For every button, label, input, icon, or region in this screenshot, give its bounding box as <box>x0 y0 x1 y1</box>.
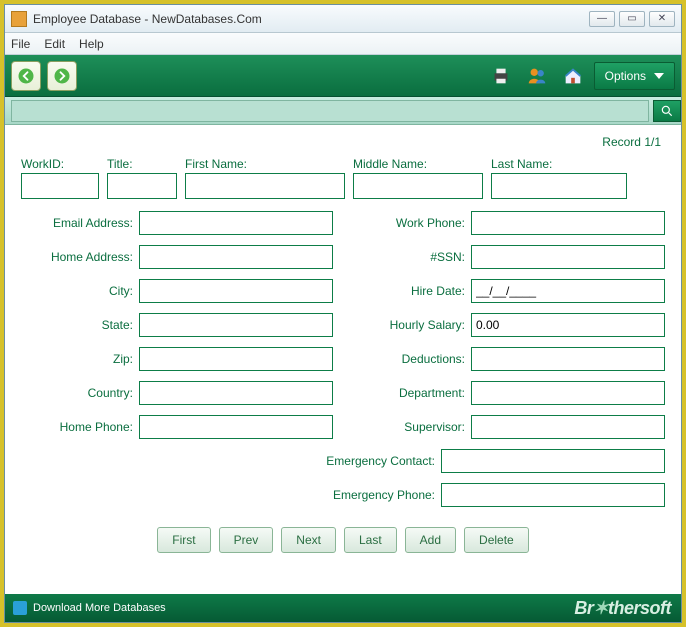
deductions-input[interactable] <box>471 347 665 371</box>
lastname-label: Last Name: <box>491 157 627 171</box>
state-input[interactable] <box>139 313 333 337</box>
minimize-button[interactable]: — <box>589 11 615 27</box>
print-button[interactable] <box>488 63 514 89</box>
form-content: Record 1/1 WorkID: Title: First Name: Mi… <box>5 125 681 594</box>
country-input[interactable] <box>139 381 333 405</box>
city-input[interactable] <box>139 279 333 303</box>
supervisor-input[interactable] <box>471 415 665 439</box>
home-button[interactable] <box>560 63 586 89</box>
last-button[interactable]: Last <box>344 527 397 553</box>
window-title: Employee Database - NewDatabases.Com <box>33 12 262 26</box>
homephone-input[interactable] <box>139 415 333 439</box>
homeaddress-input[interactable] <box>139 245 333 269</box>
search-button[interactable] <box>653 100 681 122</box>
middlename-input[interactable] <box>353 173 483 199</box>
zip-input[interactable] <box>139 347 333 371</box>
state-label: State: <box>21 318 139 332</box>
users-icon <box>526 65 548 87</box>
titlebar: Employee Database - NewDatabases.Com — ▭… <box>5 5 681 33</box>
app-icon <box>11 11 27 27</box>
search-input[interactable] <box>11 100 649 122</box>
printer-icon <box>490 65 512 87</box>
emergencycontact-label: Emergency Contact: <box>21 454 441 468</box>
firstname-label: First Name: <box>185 157 345 171</box>
city-label: City: <box>21 284 139 298</box>
workid-input[interactable] <box>21 173 99 199</box>
ssn-label: #SSN: <box>353 250 471 264</box>
zip-label: Zip: <box>21 352 139 366</box>
hourlysalary-label: Hourly Salary: <box>353 318 471 332</box>
department-input[interactable] <box>471 381 665 405</box>
search-icon <box>660 104 674 118</box>
options-button[interactable]: Options <box>594 62 675 90</box>
menu-file[interactable]: File <box>11 37 30 51</box>
deductions-label: Deductions: <box>353 352 471 366</box>
forward-button[interactable] <box>47 61 77 91</box>
emergencycontact-input[interactable] <box>441 449 665 473</box>
next-button[interactable]: Next <box>281 527 336 553</box>
options-label: Options <box>605 69 646 83</box>
hiredate-label: Hire Date: <box>353 284 471 298</box>
firstname-input[interactable] <box>185 173 345 199</box>
workphone-label: Work Phone: <box>353 216 471 230</box>
footer: Download More Databases Br✶thersoft <box>5 594 681 622</box>
download-link[interactable]: Download More Databases <box>33 602 166 614</box>
add-button[interactable]: Add <box>405 527 456 553</box>
record-nav: First Prev Next Last Add Delete <box>17 527 669 553</box>
close-button[interactable]: ✕ <box>649 11 675 27</box>
middlename-label: Middle Name: <box>353 157 483 171</box>
title-input[interactable] <box>107 173 177 199</box>
menu-help[interactable]: Help <box>79 37 104 51</box>
maximize-button[interactable]: ▭ <box>619 11 645 27</box>
app-window: Employee Database - NewDatabases.Com — ▭… <box>4 4 682 623</box>
record-status: Record 1/1 <box>17 131 669 157</box>
emergencyphone-label: Emergency Phone: <box>21 488 441 502</box>
lastname-input[interactable] <box>491 173 627 199</box>
prev-button[interactable]: Prev <box>219 527 274 553</box>
homeaddress-label: Home Address: <box>21 250 139 264</box>
country-label: Country: <box>21 386 139 400</box>
delete-button[interactable]: Delete <box>464 527 529 553</box>
workid-label: WorkID: <box>21 157 99 171</box>
hiredate-input[interactable] <box>471 279 665 303</box>
searchbar <box>5 97 681 125</box>
supervisor-label: Supervisor: <box>353 420 471 434</box>
arrow-left-icon <box>17 67 35 85</box>
toolbar: Options <box>5 55 681 97</box>
menu-edit[interactable]: Edit <box>44 37 65 51</box>
emergencyphone-input[interactable] <box>441 483 665 507</box>
users-button[interactable] <box>524 63 550 89</box>
menubar: File Edit Help <box>5 33 681 55</box>
brand-label: Br✶thersoft <box>574 598 671 619</box>
home-icon <box>562 65 584 87</box>
download-icon <box>13 601 27 615</box>
arrow-right-icon <box>53 67 71 85</box>
workphone-input[interactable] <box>471 211 665 235</box>
email-label: Email Address: <box>21 216 139 230</box>
ssn-input[interactable] <box>471 245 665 269</box>
first-button[interactable]: First <box>157 527 210 553</box>
homephone-label: Home Phone: <box>21 420 139 434</box>
hourlysalary-input[interactable] <box>471 313 665 337</box>
email-input[interactable] <box>139 211 333 235</box>
chevron-down-icon <box>654 73 664 79</box>
department-label: Department: <box>353 386 471 400</box>
title-label: Title: <box>107 157 177 171</box>
back-button[interactable] <box>11 61 41 91</box>
